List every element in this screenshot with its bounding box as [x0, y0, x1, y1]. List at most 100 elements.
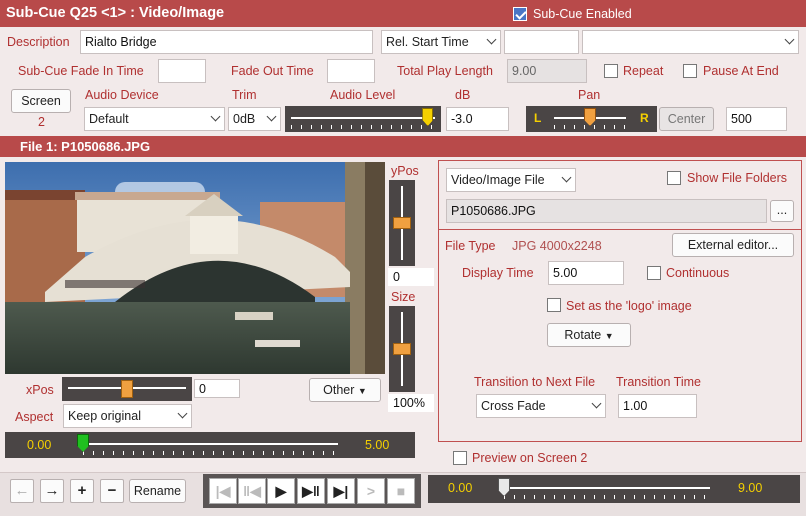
file-type-select[interactable]: Video/Image File [446, 168, 576, 192]
fade-out-input[interactable] [327, 59, 375, 83]
move-right-button[interactable]: → [40, 479, 64, 503]
logo-image-label[interactable]: Set as the 'logo' image [566, 299, 692, 313]
file-type-value: JPG 4000x2248 [512, 239, 602, 253]
screen-button[interactable]: Screen [11, 89, 71, 113]
subcue-enabled-label[interactable]: Sub-Cue Enabled [533, 7, 632, 21]
transition-time-input[interactable] [618, 394, 697, 418]
next-button[interactable]: ▶‖ [297, 478, 325, 504]
display-time-input[interactable] [548, 261, 624, 285]
stop-button[interactable]: ■ [387, 478, 415, 504]
time-thumb[interactable] [498, 478, 510, 496]
repeat-checkbox[interactable] [604, 64, 618, 78]
preview-checkbox[interactable] [453, 451, 467, 465]
audio-level-ticks [291, 125, 435, 129]
display-time-label: Display Time [462, 266, 534, 280]
pan-slider[interactable]: L R [526, 106, 657, 132]
ypos-input[interactable] [388, 268, 434, 286]
building-left-roof [5, 190, 85, 200]
range-thumb[interactable] [77, 434, 89, 452]
stop-icon: ■ [396, 483, 406, 499]
audio-level-track [291, 117, 435, 119]
pan-center-button[interactable]: Center [659, 107, 714, 131]
add-file-button[interactable]: + [70, 479, 94, 503]
show-file-folders-label[interactable]: Show File Folders [687, 171, 787, 185]
continuous-label[interactable]: Continuous [666, 266, 729, 280]
db-label: dB [455, 88, 471, 102]
chevron-down-icon [210, 111, 221, 122]
range-track [83, 443, 338, 445]
fade-in-label: Sub-Cue Fade In Time [18, 64, 144, 78]
file-name-input[interactable] [446, 199, 767, 223]
browse-button[interactable]: ... [770, 200, 794, 222]
audio-level-slider[interactable] [285, 106, 441, 132]
file-bar: File 1: P1050686.JPG [0, 136, 806, 157]
xpos-input[interactable] [194, 379, 240, 398]
playback-slider[interactable]: 0.00 9.00 [428, 475, 800, 503]
fade-in-input[interactable] [158, 59, 206, 83]
fade-out-icon: > [366, 483, 376, 499]
pause-at-end-checkbox[interactable] [683, 64, 697, 78]
first-button[interactable]: |◀ [209, 478, 237, 504]
time-track [504, 487, 710, 489]
external-editor-button[interactable]: External editor... [672, 233, 794, 257]
trim-label: Trim [232, 88, 257, 102]
rotate-button[interactable]: Rotate ▼ [547, 323, 631, 347]
play-button[interactable]: ▶ [267, 478, 295, 504]
aspect-label: Aspect [15, 410, 54, 424]
ypos-thumb[interactable] [393, 217, 411, 229]
transition-value: Cross Fade [481, 399, 546, 413]
xpos-label: xPos [26, 383, 54, 397]
panel-divider [439, 229, 801, 230]
range-end-label: 5.00 [365, 438, 390, 452]
size-input[interactable] [388, 394, 434, 412]
ypos-slider[interactable] [389, 180, 415, 266]
audio-level-label: Audio Level [330, 88, 396, 102]
palace-roof [75, 192, 220, 200]
preview-label[interactable]: Preview on Screen 2 [472, 451, 587, 465]
pan-thumb[interactable] [584, 108, 596, 126]
size-thumb[interactable] [393, 343, 411, 355]
start-time-input[interactable] [504, 30, 579, 54]
fade-button[interactable]: > [357, 478, 385, 504]
chevron-down-icon [266, 111, 277, 122]
db-input[interactable] [446, 107, 509, 131]
chevron-down-icon [591, 398, 602, 409]
file-bar-title: File 1: P1050686.JPG [20, 139, 151, 154]
total-play-length-value [507, 59, 587, 83]
xpos-slider[interactable] [62, 377, 192, 401]
subcue-enabled-checkbox[interactable] [513, 7, 527, 21]
audio-level-thumb[interactable] [422, 108, 434, 126]
display-range-slider[interactable]: 0.00 5.00 [5, 432, 415, 458]
extra-select[interactable] [582, 30, 799, 54]
repeat-label[interactable]: Repeat [623, 64, 663, 78]
rename-button[interactable]: Rename [129, 479, 186, 503]
aspect-select[interactable]: Keep original [63, 404, 192, 428]
prev-button[interactable]: ‖◀ [238, 478, 266, 504]
range-start-label: 0.00 [27, 438, 52, 452]
continuous-checkbox[interactable] [647, 266, 661, 280]
show-file-folders-checkbox[interactable] [667, 171, 681, 185]
other-button[interactable]: Other ▼ [309, 378, 381, 402]
bridge-shops [190, 214, 238, 254]
size-slider[interactable] [389, 306, 415, 392]
xpos-thumb[interactable] [121, 380, 133, 398]
trim-select[interactable]: 0dB [228, 107, 281, 131]
dropdown-arrow-icon: ▼ [604, 331, 614, 341]
file-type-select-value: Video/Image File [451, 173, 545, 187]
pause-at-end-label[interactable]: Pause At End [703, 64, 779, 78]
logo-image-checkbox[interactable] [547, 298, 561, 312]
transition-select[interactable]: Cross Fade [476, 394, 606, 418]
last-button[interactable]: ▶| [327, 478, 355, 504]
remove-file-button[interactable]: − [100, 479, 124, 503]
dropdown-arrow-icon: ▼ [357, 386, 367, 396]
pan-right-label: R [640, 111, 649, 125]
start-mode-select[interactable]: Rel. Start Time [381, 30, 501, 54]
audio-device-select[interactable]: Default [84, 107, 225, 131]
step-forward-icon: ▶‖ [302, 483, 320, 499]
rename-label: Rename [133, 484, 182, 498]
description-input[interactable] [80, 30, 373, 54]
transition-label: Transition to Next File [474, 375, 596, 389]
arrow-right-icon: → [44, 482, 60, 499]
pan-value-input[interactable] [726, 107, 787, 131]
move-left-button[interactable]: ← [10, 479, 34, 503]
